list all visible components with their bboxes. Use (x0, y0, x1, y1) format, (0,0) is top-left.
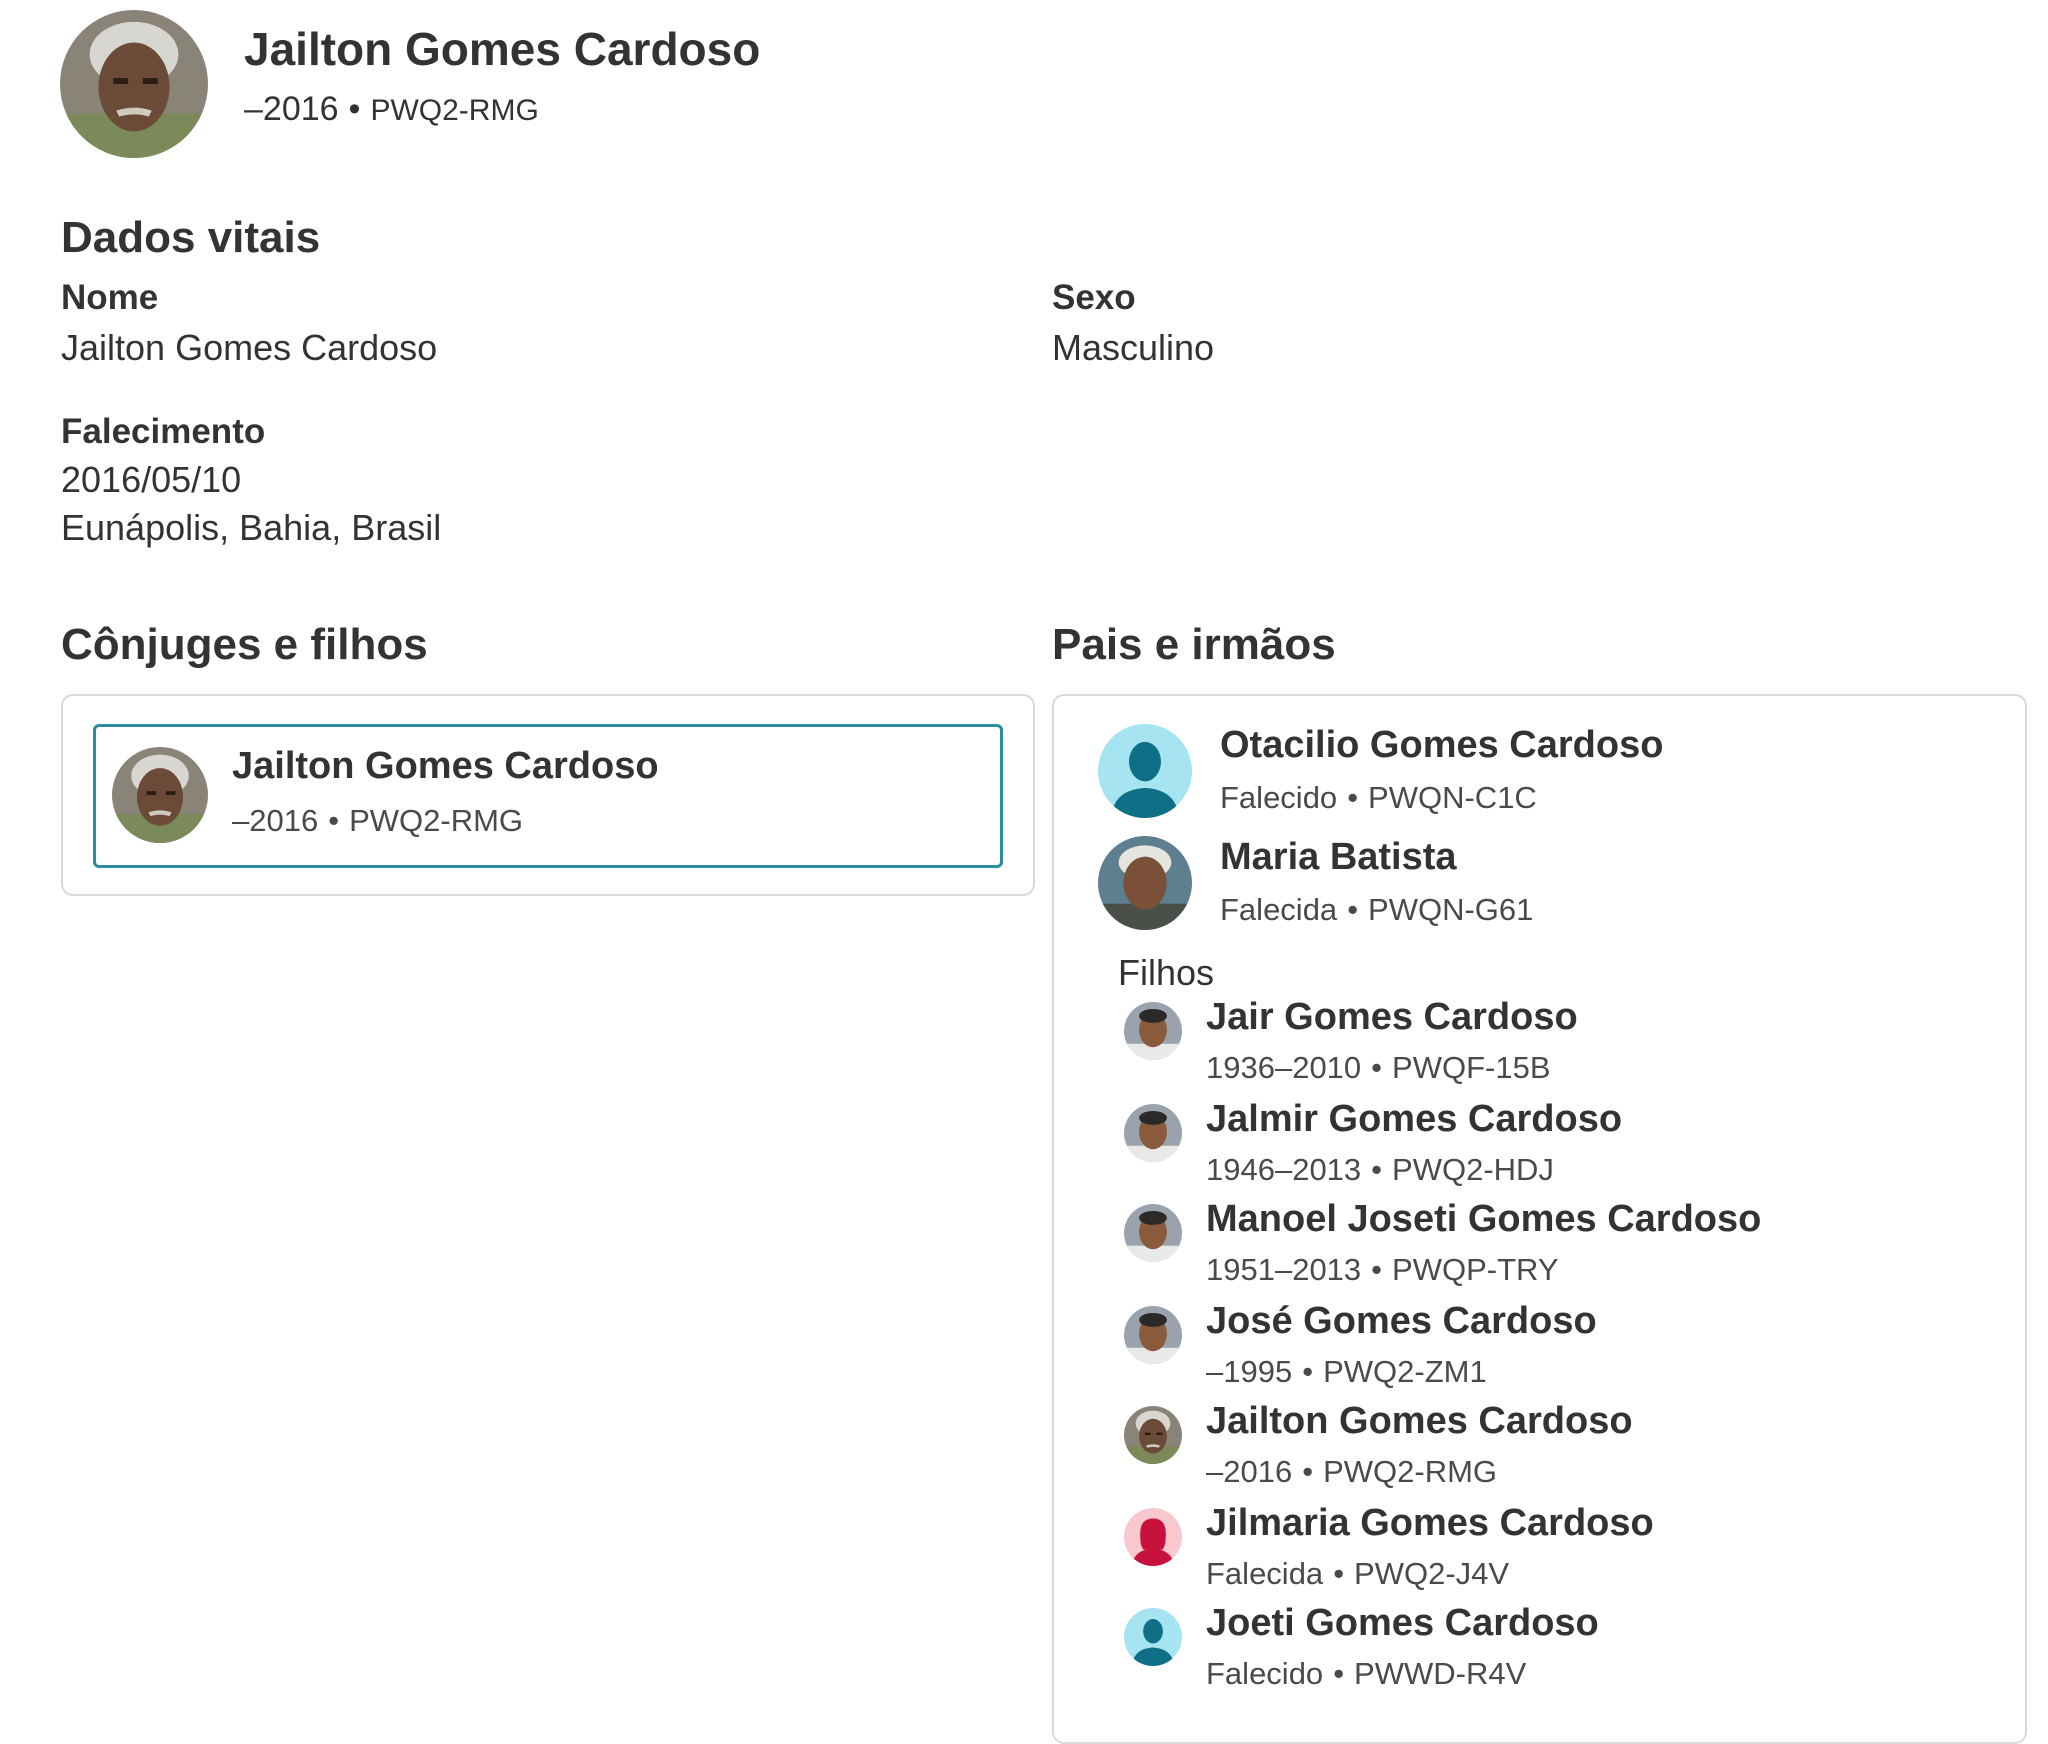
child-pid: PWQF-15B (1392, 1050, 1551, 1085)
mother-lifespan: Falecida (1220, 892, 1338, 927)
child-row[interactable]: Jailton Gomes Cardoso –2016 • PWQ2-RMG (1124, 1400, 1984, 1498)
spouse-pid: PWQ2-RMG (349, 803, 524, 838)
child-lifespan: 1951–2013 (1206, 1252, 1362, 1287)
vitals-title: Dados vitais (61, 213, 321, 262)
name-label: Nome (61, 278, 159, 317)
sex-label: Sexo (1052, 278, 1136, 317)
spouse-name: Jailton Gomes Cardoso (232, 745, 659, 787)
child-name: Joeti Gomes Cardoso (1206, 1602, 1599, 1644)
spouse-person-row[interactable]: Jailton Gomes Cardoso –2016 • PWQ2-RMG (93, 724, 1003, 868)
father-summary: Falecido • PWQN-C1C (1220, 780, 1537, 815)
child-avatar (1124, 1104, 1182, 1162)
child-avatar (1124, 1406, 1182, 1464)
child-pid: PWQ2-J4V (1354, 1556, 1510, 1591)
spouse-lifespan: –2016 (232, 803, 319, 838)
child-summary: –2016 • PWQ2-RMG (1206, 1454, 1498, 1489)
child-name: Jilmaria Gomes Cardoso (1206, 1502, 1654, 1544)
child-avatar (1124, 1204, 1182, 1262)
spouse-avatar (112, 747, 208, 843)
person-avatar[interactable] (60, 10, 208, 158)
death-place: Eunápolis, Bahia, Brasil (61, 507, 442, 548)
child-lifespan: Falecido (1206, 1656, 1324, 1691)
child-pid: PWQ2-HDJ (1392, 1152, 1554, 1187)
parents-card: Otacilio Gomes Cardoso Falecido • PWQN-C1C… (1052, 694, 2027, 1744)
child-pid: PWWD-R4V (1354, 1656, 1527, 1691)
child-name: José Gomes Cardoso (1206, 1300, 1597, 1342)
mother-avatar (1098, 836, 1192, 930)
spouses-title: Cônjuges e filhos (61, 620, 428, 669)
mother-pid: PWQN-G61 (1368, 892, 1534, 927)
child-row[interactable]: Jilmaria Gomes Cardoso Falecida • PWQ2-J4V (1124, 1502, 1984, 1600)
male-silhouette-icon (1124, 1608, 1182, 1666)
person-summary: –2016 • PWQ2-RMG (244, 90, 539, 128)
father-name: Otacilio Gomes Cardoso (1220, 724, 1664, 766)
parents-title: Pais e irmãos (1052, 620, 1336, 669)
male-silhouette-icon (1098, 724, 1192, 818)
child-summary: Falecido • PWWD-R4V (1206, 1656, 1527, 1691)
children-label: Filhos (1118, 952, 1215, 993)
child-row[interactable]: Joeti Gomes Cardoso Falecido • PWWD-R4V (1124, 1602, 1984, 1700)
person-pid[interactable]: PWQ2-RMG (370, 94, 538, 127)
child-name: Jair Gomes Cardoso (1206, 996, 1578, 1038)
father-pid: PWQN-C1C (1368, 780, 1537, 815)
child-summary: Falecida • PWQ2-J4V (1206, 1556, 1510, 1591)
child-row[interactable]: Jalmir Gomes Cardoso 1946–2013 • PWQ2-HDJ (1124, 1098, 1984, 1196)
child-name: Manoel Joseti Gomes Cardoso (1206, 1198, 1762, 1240)
child-avatar (1124, 1002, 1182, 1060)
child-name: Jailton Gomes Cardoso (1206, 1400, 1633, 1442)
spouses-card: Jailton Gomes Cardoso –2016 • PWQ2-RMG (61, 694, 1035, 896)
parent-row-mother[interactable]: Maria Batista Falecida • PWQN-G61 (1098, 836, 1978, 936)
child-row[interactable]: Manoel Joseti Gomes Cardoso 1951–2013 • PW… (1124, 1198, 1984, 1296)
mother-name: Maria Batista (1220, 836, 1457, 878)
name-value: Jailton Gomes Cardoso (61, 327, 438, 368)
child-lifespan: –1995 (1206, 1354, 1293, 1389)
child-summary: –1995 • PWQ2-ZM1 (1206, 1354, 1487, 1389)
female-silhouette-icon (1124, 1508, 1182, 1566)
person-lifespan: –2016 (244, 90, 339, 128)
child-name: Jalmir Gomes Cardoso (1206, 1098, 1623, 1140)
child-lifespan: 1946–2013 (1206, 1152, 1362, 1187)
child-pid: PWQ2-RMG (1323, 1454, 1498, 1489)
child-lifespan: –2016 (1206, 1454, 1293, 1489)
child-summary: 1936–2010 • PWQF-15B (1206, 1050, 1551, 1085)
person-name: Jailton Gomes Cardoso (244, 23, 761, 75)
spouse-summary: –2016 • PWQ2-RMG (232, 803, 524, 838)
child-summary: 1951–2013 • PWQP-TRY (1206, 1252, 1559, 1287)
child-lifespan: Falecida (1206, 1556, 1324, 1591)
child-pid: PWQ2-ZM1 (1323, 1354, 1487, 1389)
child-lifespan: 1936–2010 (1206, 1050, 1362, 1085)
child-pid: PWQP-TRY (1392, 1252, 1559, 1287)
child-summary: 1946–2013 • PWQ2-HDJ (1206, 1152, 1554, 1187)
child-row[interactable]: Jair Gomes Cardoso 1936–2010 • PWQF-15B (1124, 996, 1984, 1094)
death-label: Falecimento (61, 412, 266, 451)
father-lifespan: Falecido (1220, 780, 1338, 815)
death-date: 2016/05/10 (61, 459, 242, 500)
parent-row-father[interactable]: Otacilio Gomes Cardoso Falecido • PWQN-C1C (1098, 724, 1978, 824)
child-row[interactable]: José Gomes Cardoso –1995 • PWQ2-ZM1 (1124, 1300, 1984, 1398)
mother-summary: Falecida • PWQN-G61 (1220, 892, 1534, 927)
child-avatar (1124, 1306, 1182, 1364)
sex-value: Masculino (1052, 327, 1215, 368)
